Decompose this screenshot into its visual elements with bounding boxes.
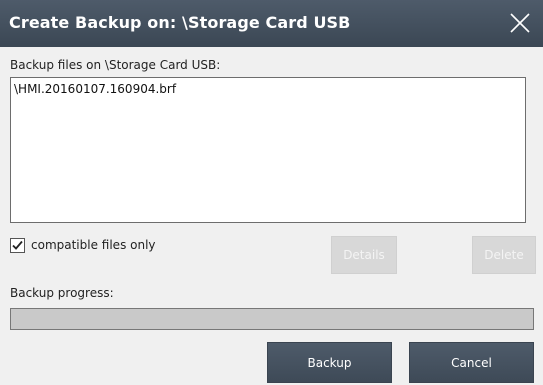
create-backup-dialog: Create Backup on: \Storage Card USB Back… bbox=[0, 0, 543, 385]
backup-files-list[interactable]: \HMI.20160107.160904.brf bbox=[10, 77, 526, 223]
backup-progress-bar bbox=[10, 308, 534, 330]
progress-label: Backup progress: bbox=[10, 286, 114, 300]
list-item[interactable]: \HMI.20160107.160904.brf bbox=[14, 81, 525, 97]
dialog-title: Create Backup on: \Storage Card USB bbox=[9, 13, 351, 32]
compatible-files-checkbox[interactable] bbox=[10, 237, 25, 253]
title-bar: Create Backup on: \Storage Card USB bbox=[0, 0, 543, 47]
close-icon bbox=[510, 13, 530, 33]
compatible-files-checkbox-row[interactable]: compatible files only bbox=[10, 236, 156, 254]
delete-button[interactable]: Delete bbox=[472, 236, 536, 274]
details-button[interactable]: Details bbox=[331, 236, 397, 274]
checkmark-icon bbox=[12, 240, 23, 250]
files-label: Backup files on \Storage Card USB: bbox=[10, 58, 221, 72]
cancel-button[interactable]: Cancel bbox=[409, 342, 534, 383]
compatible-files-label: compatible files only bbox=[31, 238, 156, 252]
close-button[interactable] bbox=[501, 5, 539, 41]
backup-button[interactable]: Backup bbox=[267, 342, 392, 383]
